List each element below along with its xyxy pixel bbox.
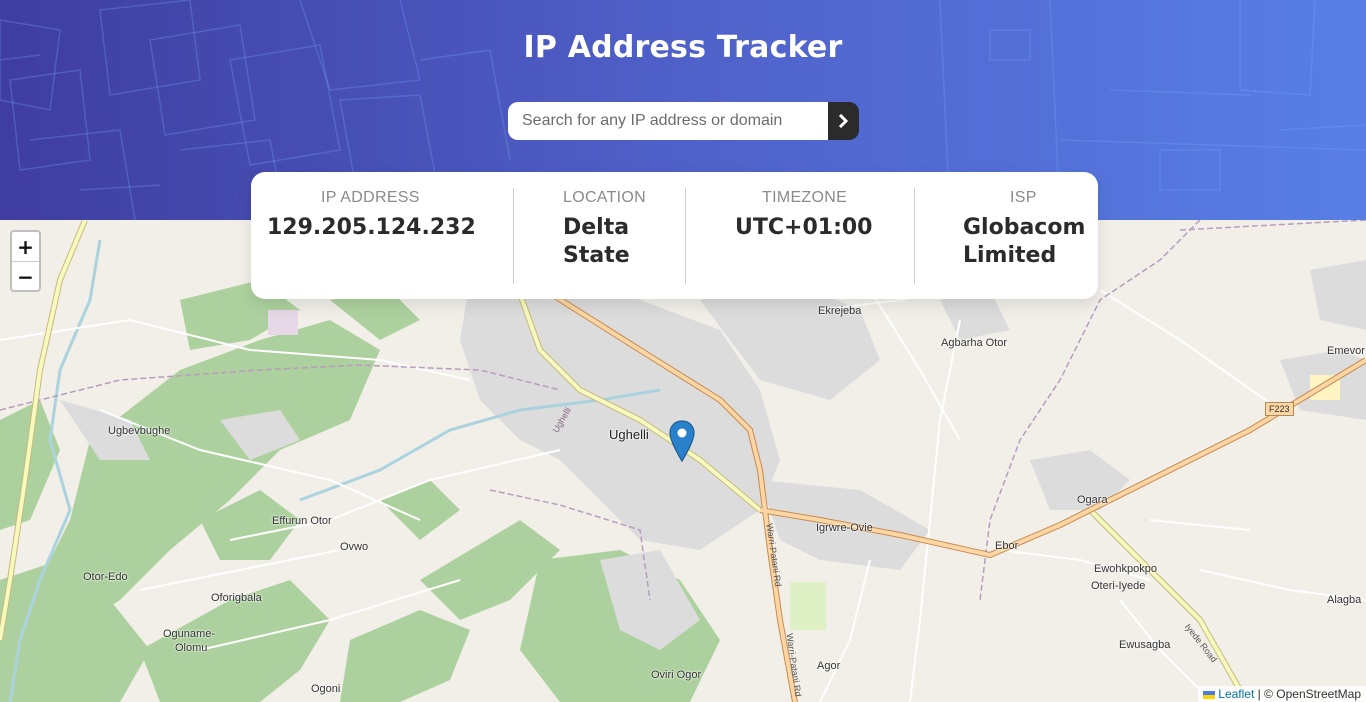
divider [513, 188, 514, 284]
zoom-control: + − [10, 230, 41, 292]
search-submit-button[interactable] [828, 102, 859, 140]
place-label: Oforigbala [211, 592, 262, 604]
place-label: Agbarha Otor [941, 337, 1008, 349]
zoom-in-button[interactable]: + [12, 232, 39, 262]
ip-address-section: IP ADDRESS 129.205.124.232 [267, 172, 507, 299]
place-label: Ogara [1077, 494, 1108, 506]
place-label: Agor [817, 660, 841, 672]
location-label: LOCATION [563, 189, 647, 206]
ip-address-label: IP ADDRESS [321, 189, 420, 206]
search-input[interactable] [508, 102, 828, 140]
isp-section: ISP Globacom Limited [963, 172, 1093, 299]
ip-address-value: 129.205.124.232 [267, 215, 476, 240]
place-label: Olomu [175, 642, 208, 654]
divider [685, 188, 686, 284]
place-label: Alagba [1327, 594, 1362, 606]
ukraine-flag-icon [1202, 691, 1215, 699]
timezone-section: TIMEZONE UTC+01:00 [735, 172, 915, 299]
place-label: Oviri Ogor [651, 669, 702, 681]
zoom-out-button[interactable]: − [12, 262, 39, 291]
place-label: Igrwre-Ovie [816, 522, 873, 534]
map-pin-icon[interactable] [669, 420, 695, 466]
timezone-value: UTC+01:00 [735, 215, 873, 240]
isp-value: Globacom Limited [963, 215, 1086, 268]
place-label: Ughelli [609, 427, 649, 442]
road-shield: F223 [1265, 402, 1294, 416]
place-label: Effurun Otor [272, 515, 332, 527]
divider [914, 188, 915, 284]
page-title: IP Address Tracker [523, 30, 843, 65]
place-label: Otor-Edo [83, 571, 128, 583]
place-label: Ewohkpokpo [1094, 563, 1157, 575]
place-label: Ebor [995, 540, 1019, 552]
place-label: Ogoni [311, 683, 341, 695]
timezone-label: TIMEZONE [762, 189, 848, 206]
place-label: Ewusagba [1119, 639, 1171, 651]
map-attribution: Leaflet | © OpenStreetMap [1197, 686, 1366, 702]
place-label: Ugbevbughe [108, 425, 171, 437]
isp-label: ISP [1010, 189, 1037, 206]
osm-link[interactable]: OpenStreetMap [1276, 687, 1361, 701]
leaflet-link[interactable]: Leaflet [1218, 687, 1254, 701]
place-label: Ekrejeba [818, 305, 862, 317]
search-bar [508, 102, 859, 140]
location-value: Delta State [563, 215, 630, 268]
place-label: Oguname- [163, 628, 215, 640]
attribution-separator: | © [1254, 687, 1277, 701]
ip-info-card: IP ADDRESS 129.205.124.232 LOCATION Delt… [251, 172, 1098, 299]
place-label: Ovwo [340, 541, 369, 553]
chevron-right-icon [838, 114, 849, 128]
place-label: Oteri-Iyede [1091, 580, 1146, 592]
place-label: Emevor [1327, 345, 1365, 357]
location-section: LOCATION Delta State [563, 172, 683, 299]
